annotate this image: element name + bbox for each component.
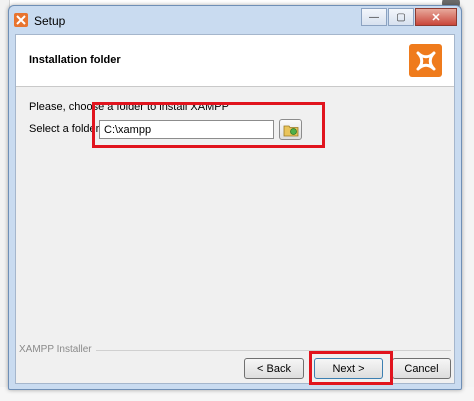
page-header: Installation folder (16, 35, 454, 87)
close-button[interactable]: ✕ (415, 8, 457, 26)
setup-window: Setup — ▢ ✕ Installation folder Please, … (8, 5, 462, 390)
footer-divider (96, 350, 451, 351)
browse-button[interactable] (279, 119, 302, 140)
close-icon: ✕ (431, 11, 441, 24)
client-area: Installation folder Please, choose a fol… (15, 34, 455, 385)
page-title: Installation folder (29, 54, 121, 66)
maximize-button[interactable]: ▢ (388, 8, 414, 26)
minimize-icon: — (369, 11, 379, 23)
xampp-logo-icon (409, 44, 442, 77)
installer-label: XAMPP Installer (19, 344, 96, 355)
folder-input[interactable] (99, 120, 274, 139)
title-bar[interactable]: Setup — ▢ ✕ (9, 6, 461, 32)
browse-folder-icon (283, 125, 298, 136)
maximize-icon: ▢ (396, 11, 406, 23)
minimize-button[interactable]: — (361, 8, 387, 26)
back-button[interactable]: < Back (244, 358, 304, 379)
next-button[interactable]: Next > (314, 358, 383, 379)
cancel-button[interactable]: Cancel (392, 358, 451, 379)
install-prompt: Please, choose a folder to install XAMPP (29, 101, 229, 113)
folder-label: Select a folder (29, 123, 100, 135)
window-controls: — ▢ ✕ (361, 8, 457, 26)
xampp-title-icon (14, 13, 28, 27)
window-title: Setup (34, 14, 66, 28)
